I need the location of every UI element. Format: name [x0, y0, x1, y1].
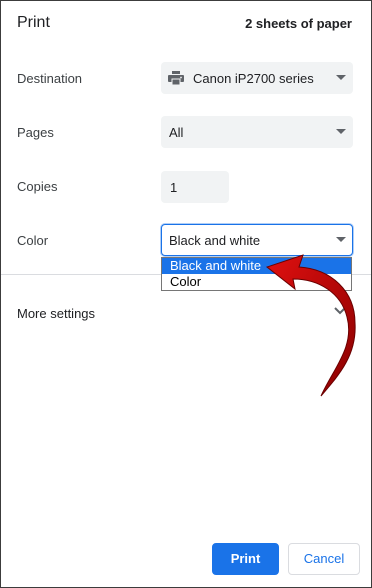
chevron-down-icon	[336, 129, 346, 134]
pages-value: All	[169, 125, 184, 140]
sheet-count: 2 sheets of paper	[245, 16, 352, 31]
copies-label: Copies	[17, 179, 58, 194]
destination-value: Canon iP2700 series	[193, 71, 314, 86]
cancel-button[interactable]: Cancel	[288, 543, 360, 575]
annotation-arrow-icon	[265, 254, 356, 397]
destination-label: Destination	[17, 71, 83, 86]
pages-select[interactable]: All	[161, 116, 353, 148]
destination-select[interactable]: Canon iP2700 series	[161, 62, 353, 94]
printer-icon	[168, 71, 184, 85]
chevron-down-icon	[336, 237, 346, 242]
color-label: Color	[17, 233, 49, 248]
copies-value: 1	[170, 180, 178, 195]
dialog-title: Print	[17, 14, 50, 31]
color-value: Black and white	[169, 233, 261, 248]
print-button[interactable]: Print	[212, 543, 279, 575]
chevron-down-icon	[336, 75, 346, 80]
pages-label: Pages	[17, 125, 54, 140]
more-settings-toggle[interactable]: More settings	[17, 306, 95, 321]
copies-input[interactable]: 1	[161, 171, 229, 203]
print-dialog: Print 2 sheets of paper Destination Cano…	[0, 0, 372, 588]
